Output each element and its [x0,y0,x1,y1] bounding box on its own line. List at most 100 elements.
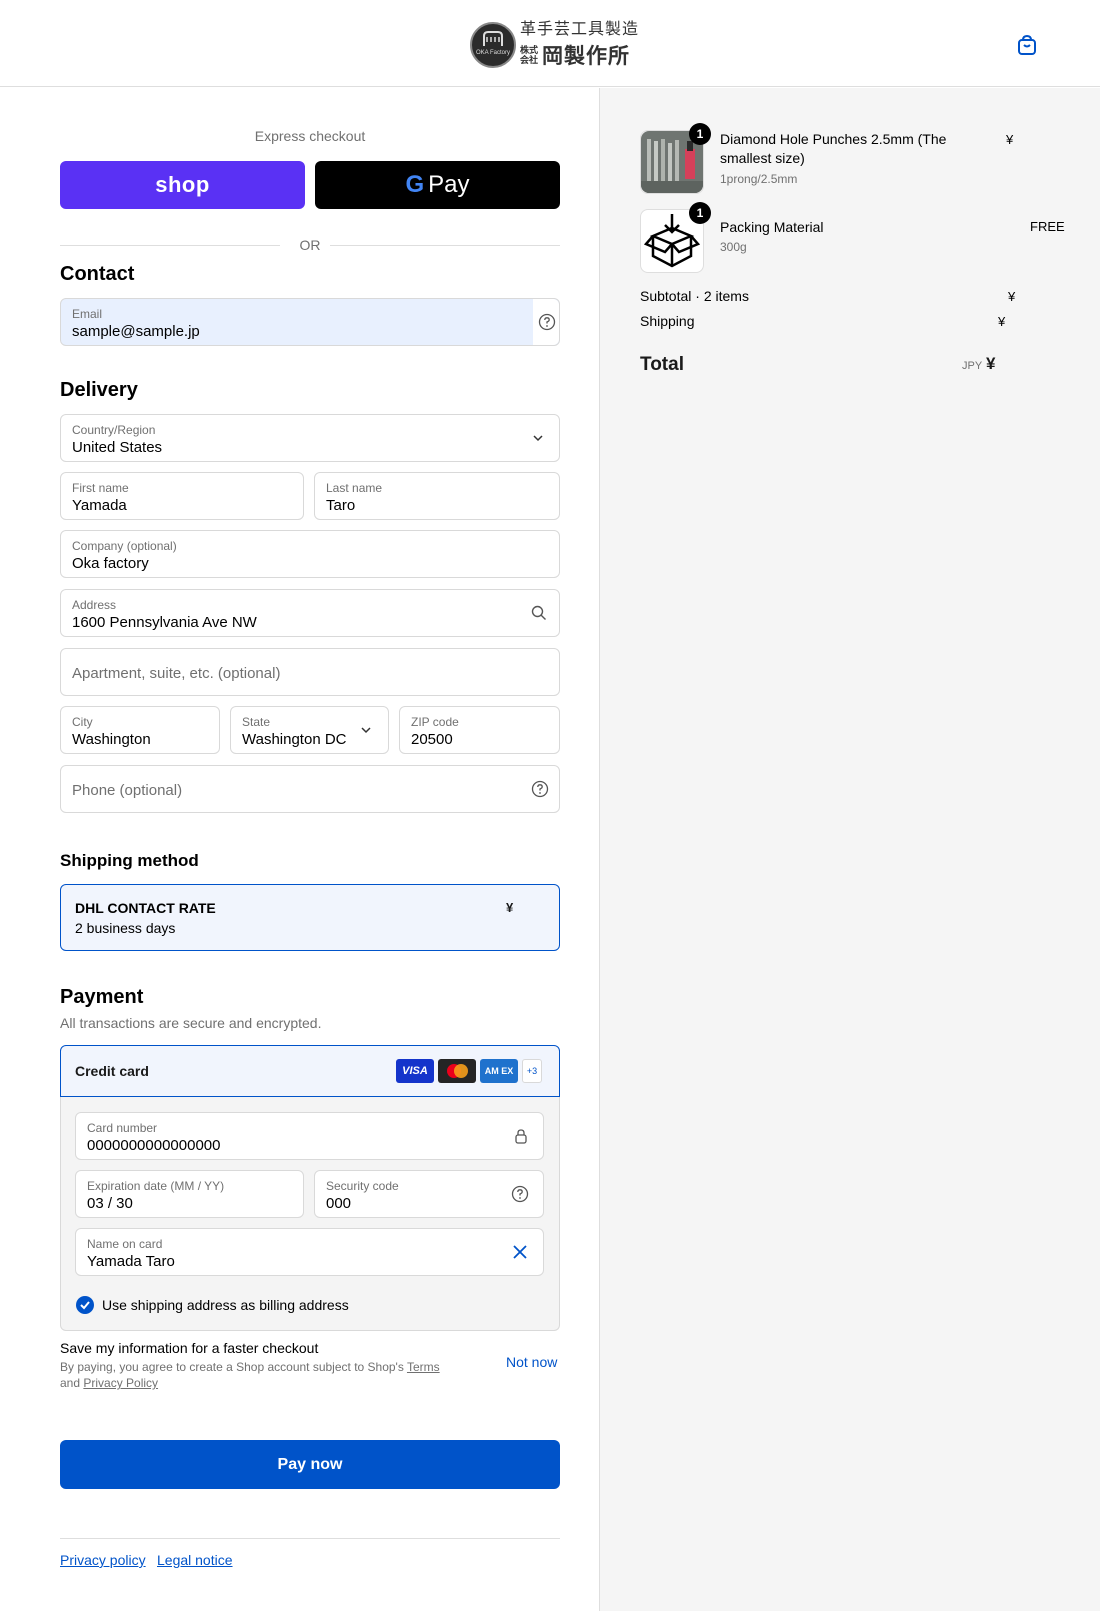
chevron-down-icon [361,727,371,734]
expiration-value: 03 / 30 [87,1195,133,1212]
checkbox-checked-icon[interactable] [76,1296,94,1314]
cart-icon[interactable] [1016,34,1038,56]
contact-heading: Contact [60,263,135,285]
country-value: United States [72,439,163,456]
google-pay-button[interactable]: G Pay [315,161,560,209]
billing-same-checkbox[interactable]: Use shipping address as billing address [76,1296,349,1314]
company-field[interactable]: Company (optional) Oka factory [60,530,560,578]
logo-text: 革手芸工具製造 株式会社 岡製作所 [520,20,639,70]
address-label: Address [72,598,117,612]
or-text: OR [299,237,321,253]
store-logo[interactable]: OKA Factory 革手芸工具製造 株式会社 岡製作所 [470,20,639,70]
state-label: State [242,715,271,729]
clear-icon[interactable] [512,1244,528,1260]
visa-icon: VISA [396,1059,434,1083]
first-name-label: First name [72,481,129,495]
item-variant: 300g [720,240,747,254]
item-price: FREE [1030,219,1065,234]
help-icon[interactable] [531,780,549,798]
line-item: 1 Diamond Hole Punches 2.5mm (The smalle… [640,123,1060,194]
save-info-title: Save my information for a faster checkou… [60,1340,319,1356]
city-field[interactable]: City Washington [60,706,220,754]
card-number-field[interactable]: Card number 0000000000000000 [75,1112,544,1160]
legal-notice-footer-link[interactable]: Legal notice [157,1552,233,1568]
payment-heading: Payment [60,986,144,1008]
logo-line-1: 革手芸工具製造 [520,21,640,38]
email-label: Email [72,307,103,321]
lock-icon [515,1129,527,1144]
credit-card-option[interactable]: Credit card VISA AM EX +3 [60,1045,560,1097]
last-name-value: Taro [326,497,356,514]
company-label: Company (optional) [72,539,177,553]
shop-pay-button[interactable]: shop [60,161,305,209]
card-brands: VISA AM EX +3 [396,1059,542,1083]
country-select[interactable]: Country/Region United States [60,414,560,462]
express-checkout-title: Express checkout [254,128,366,144]
logo-small-text: 株式会社 [520,45,539,65]
email-value: sample@sample.jp [72,323,200,340]
first-name-field[interactable]: First name Yamada [60,472,304,520]
checkout-form: Express checkout shop G Pay OR Contact E… [0,88,600,1611]
search-icon [531,605,546,620]
save-info-terms: By paying, you agree to create a Shop ac… [60,1360,440,1390]
delivery-heading: Delivery [60,379,138,401]
last-name-field[interactable]: Last name Taro [314,472,560,520]
shipping-label: Shipping [640,313,695,329]
security-code-field[interactable]: Security code 000 [314,1170,544,1218]
first-name-value: Yamada [72,497,127,514]
name-on-card-value: Yamada Taro [87,1253,175,1270]
mastercard-icon [438,1059,476,1083]
privacy-policy-link[interactable]: Privacy Policy [83,1376,158,1390]
email-field[interactable]: Email sample@sample.jp [60,298,560,346]
state-select[interactable]: State Washington DC [230,706,389,754]
company-value: Oka factory [72,555,149,572]
total-label: Total [640,354,684,375]
total-currency: JPY [962,360,983,372]
shipping-option-name: DHL CONTACT RATE [75,900,216,916]
zip-value: 20500 [411,731,453,748]
privacy-policy-footer-link[interactable]: Privacy policy [60,1552,146,1568]
item-price: ¥ [1006,132,1014,147]
phone-field[interactable]: Phone (optional) [60,765,560,813]
credit-card-title: Credit card [75,1063,149,1079]
help-icon[interactable] [538,313,556,331]
line-item: 1 Packing Material 300g FREE [640,202,1065,273]
order-summary: 1 Diamond Hole Punches 2.5mm (The smalle… [600,88,1100,1611]
shop-pay-label: shop [155,172,210,197]
security-code-value: 000 [326,1195,352,1212]
payment-subtitle: All transactions are secure and encrypte… [60,1015,322,1031]
shipping-value: ¥ [998,314,1006,329]
pay-now-button[interactable]: Pay now [60,1440,560,1489]
packing-material-thumbnail: 1 [640,202,711,273]
total-value: ¥ [986,354,996,373]
shipping-option-price: ¥ [506,900,514,915]
name-on-card-label: Name on card [87,1237,163,1251]
shipping-method-heading: Shipping method [60,851,199,870]
state-value: Washington DC [242,731,347,748]
subtotal-label: Subtotal · 2 items [640,288,749,304]
amex-icon: AM EX [480,1059,518,1083]
google-pay-label: Pay [428,171,470,198]
quantity-badge: 1 [689,123,711,145]
not-now-link[interactable]: Not now [506,1354,557,1370]
header: OKA Factory 革手芸工具製造 株式会社 岡製作所 [0,0,1100,87]
footer-divider [60,1538,560,1539]
apartment-placeholder: Apartment, suite, etc. (optional) [72,665,281,682]
more-cards-badge[interactable]: +3 [522,1059,542,1083]
or-divider: OR [60,236,560,256]
google-g-icon: G [405,171,425,198]
terms-link[interactable]: Terms [407,1360,440,1374]
expiration-label: Expiration date (MM / YY) [87,1179,225,1193]
help-icon[interactable] [511,1185,529,1203]
card-number-label: Card number [87,1121,158,1135]
apartment-field[interactable]: Apartment, suite, etc. (optional) [60,648,560,696]
expiration-field[interactable]: Expiration date (MM / YY) 03 / 30 [75,1170,304,1218]
zip-field[interactable]: ZIP code 20500 [399,706,560,754]
shipping-option-time: 2 business days [75,920,176,936]
logo-mark-text: OKA Factory [475,50,510,56]
name-on-card-field[interactable]: Name on card Yamada Taro [75,1228,544,1276]
zip-label: ZIP code [411,715,459,729]
address-field[interactable]: Address 1600 Pennsylvania Ave NW [60,589,560,637]
card-number-value: 0000000000000000 [87,1137,221,1154]
shipping-option[interactable]: DHL CONTACT RATE 2 business days ¥ [60,884,560,951]
